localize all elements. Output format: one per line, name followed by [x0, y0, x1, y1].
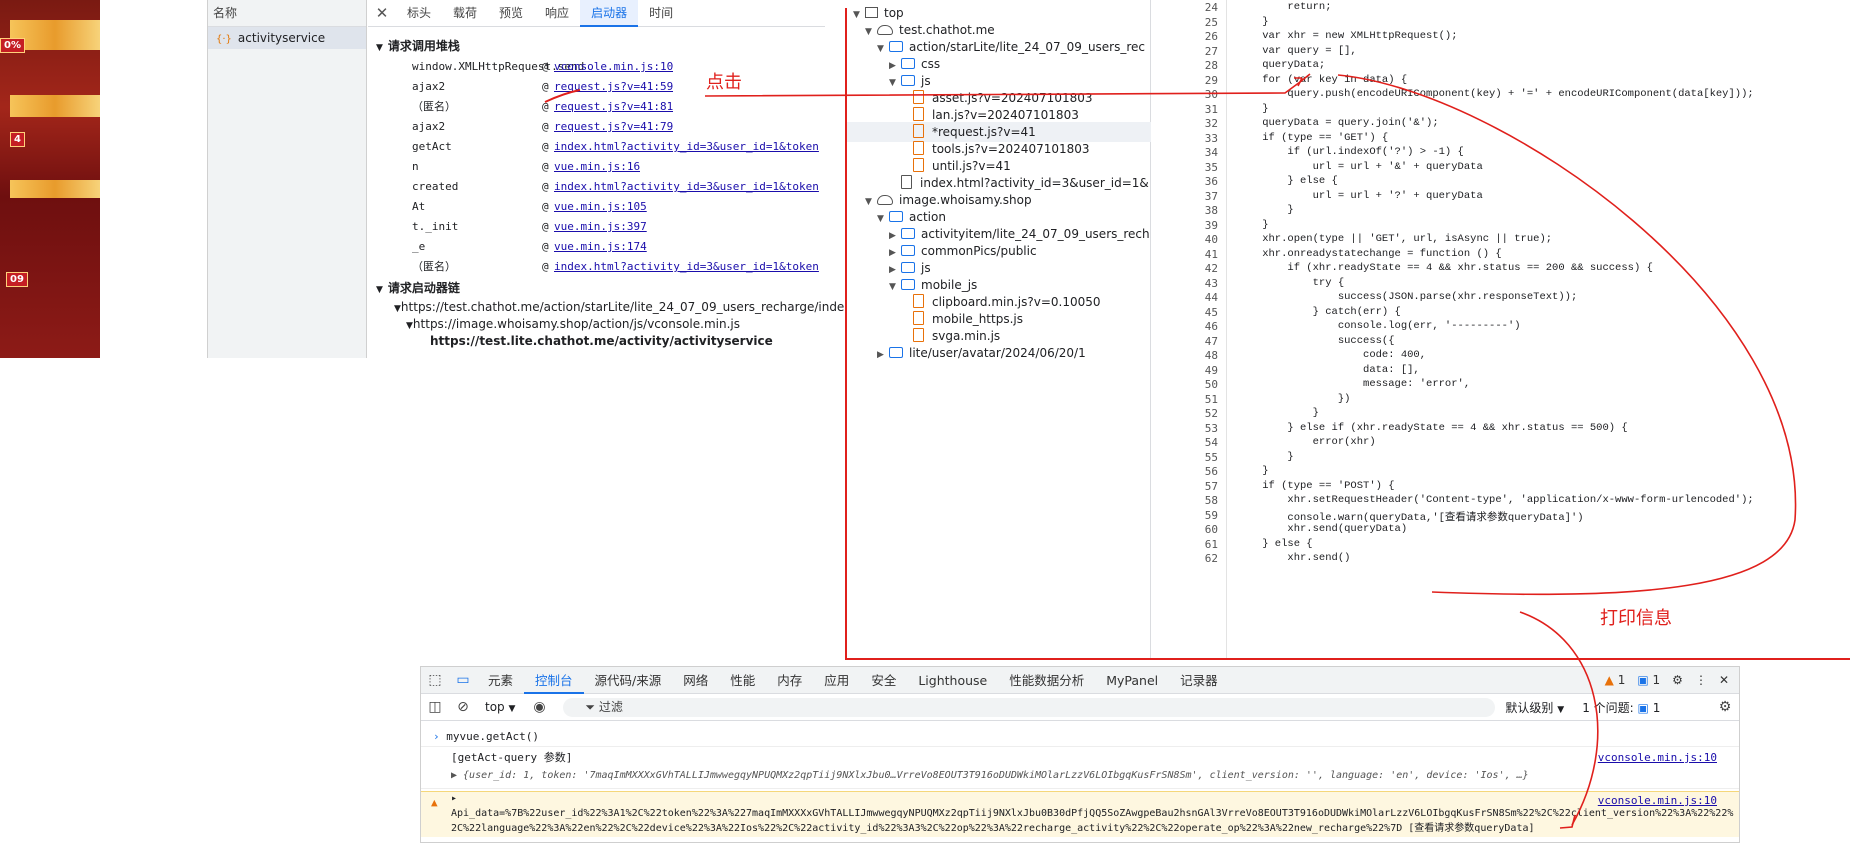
- arrow-to-warning: [1519, 611, 1599, 826]
- arrow-to-console-warn: [1337, 74, 1797, 596]
- arrow-to-stack: [544, 89, 581, 103]
- arrow-head: [1559, 814, 1576, 829]
- annotation-arrows: [544, 73, 1797, 829]
- arrow-click-to-code: [704, 73, 1311, 97]
